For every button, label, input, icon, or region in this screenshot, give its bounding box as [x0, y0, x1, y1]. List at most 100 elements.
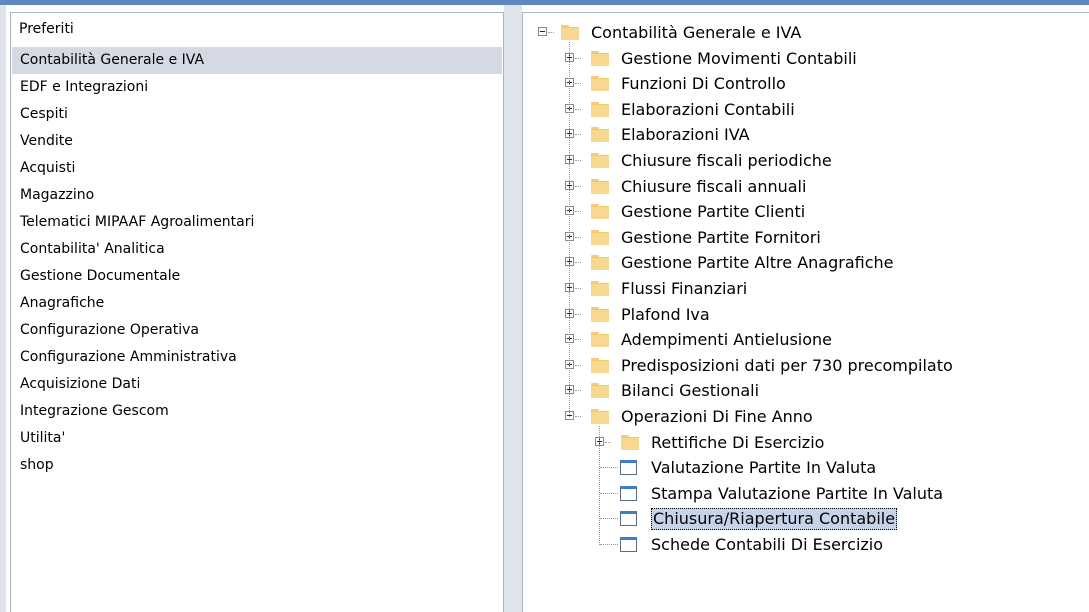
folder-icon: [591, 383, 609, 399]
tree-item[interactable]: Adempimenti Antielusione: [523, 327, 1083, 353]
folder-icon: [591, 76, 609, 92]
folder-body: [591, 103, 609, 117]
panel-splitter[interactable]: [504, 5, 522, 612]
tree-connector: [548, 32, 554, 33]
favorites-item[interactable]: Cespiti: [12, 101, 502, 128]
folder-body: [591, 231, 609, 245]
favorites-panel: Preferiti Contabilità Generale e IVA EDF …: [10, 12, 504, 612]
tree-item-label: Schede Contabili Di Esercizio: [651, 535, 884, 554]
collapse-icon[interactable]: [538, 27, 547, 36]
favorites-item[interactable]: Contabilita' Analitica: [12, 236, 502, 263]
tree-item[interactable]: Valutazione Partite In Valuta: [523, 455, 1083, 481]
tree-item[interactable]: Gestione Movimenti Contabili: [523, 46, 1083, 72]
favorites-item[interactable]: Gestione Documentale: [12, 263, 502, 290]
tree-item[interactable]: Chiusura/Riapertura Contabile: [523, 506, 1083, 532]
folder-body: [591, 411, 609, 424]
favorites-list: Contabilità Generale e IVA EDF e Integraz…: [12, 47, 502, 479]
folder-icon: [591, 332, 609, 348]
tree-connector: [575, 211, 581, 213]
favorites-item[interactable]: Telematici MIPAAF Agroalimentari: [12, 209, 502, 236]
favorites-item[interactable]: Vendite: [12, 128, 502, 155]
folder-icon: [591, 281, 609, 296]
tree-connector: [575, 83, 581, 85]
tree-item[interactable]: Elaborazioni IVA: [523, 122, 1083, 148]
form-icon: [620, 511, 637, 527]
tree-item[interactable]: Chiusure fiscali periodiche: [523, 148, 1083, 174]
tree-item[interactable]: Plafond Iva: [523, 302, 1083, 328]
tree-item[interactable]: Bilanci Gestionali: [523, 378, 1083, 404]
tree-connector: [575, 313, 581, 315]
tree-item[interactable]: Predisposizioni dati per 730 precompilat…: [523, 353, 1083, 379]
tree-item[interactable]: Elaborazioni Contabili: [523, 97, 1083, 123]
tree-item[interactable]: Flussi Finanziari: [523, 276, 1083, 302]
tree-item[interactable]: Operazioni Di Fine Anno: [523, 404, 1083, 430]
form-icon: [620, 537, 637, 552]
tree-item-label: Stampa Valutazione Partite In Valuta: [651, 483, 944, 503]
tree-root[interactable]: Contabilità Generale e IVA: [523, 20, 1083, 46]
tree-connector: [575, 288, 581, 289]
tree-connector: [575, 390, 581, 392]
tree-item-label: Gestione Partite Fornitori: [621, 227, 821, 247]
favorites-item[interactable]: shop: [12, 452, 502, 479]
tree-item[interactable]: Schede Contabili Di Esercizio: [523, 532, 1083, 558]
folder-icon: [591, 101, 609, 117]
favorites-item[interactable]: Utilita': [12, 425, 502, 452]
folder-icon: [591, 255, 609, 271]
tree-item-label: Flussi Finanziari: [621, 279, 748, 298]
form-icon: [620, 485, 637, 501]
favorites-item[interactable]: Acquisizione Dati: [12, 371, 502, 398]
folder-body: [591, 283, 609, 296]
tree-item-label: Elaborazioni IVA: [621, 125, 750, 145]
folder-body: [591, 78, 609, 92]
tree-item-label: Gestione Movimenti Contabili: [621, 48, 857, 68]
window-top-border: [0, 0, 1089, 5]
folder-body: [591, 155, 609, 168]
tree-connector: [569, 42, 570, 417]
tree-item[interactable]: Stampa Valutazione Partite In Valuta: [523, 481, 1083, 507]
tree-item[interactable]: Gestione Partite Clienti: [523, 199, 1083, 225]
tree-item-label: Predisposizioni dati per 730 precompilat…: [621, 355, 953, 375]
tree-item-label: Contabilità Generale e IVA: [591, 23, 802, 42]
folder-body: [591, 359, 609, 373]
favorites-item[interactable]: Configurazione Operativa: [12, 317, 502, 344]
tree-connector: [575, 339, 581, 341]
favorites-item[interactable]: Contabilità Generale e IVA: [12, 47, 502, 74]
tree-connector: [575, 57, 581, 59]
folder-body: [621, 436, 639, 450]
window-left-border: [0, 5, 6, 612]
tree-connector: [575, 160, 581, 161]
tree-item-label: Elaborazioni Contabili: [621, 99, 795, 119]
folder-body: [591, 385, 609, 399]
folder-icon: [591, 178, 609, 194]
tree-item[interactable]: Gestione Partite Altre Anagrafiche: [523, 250, 1083, 276]
tree-connector: [575, 185, 581, 187]
tree-item[interactable]: Funzioni Di Controllo: [523, 71, 1083, 97]
tree-item-label: Funzioni Di Controllo: [621, 74, 786, 94]
folder-icon: [591, 357, 609, 373]
favorites-item[interactable]: Configurazione Amministrativa: [12, 344, 502, 371]
tree-item[interactable]: Gestione Partite Fornitori: [523, 225, 1083, 251]
folder-icon: [591, 306, 609, 322]
tree-item-label: Valutazione Partite In Valuta: [651, 458, 877, 478]
favorites-item[interactable]: Anagrafiche: [12, 290, 502, 317]
tree-connector: [575, 134, 581, 136]
folder-icon: [591, 153, 609, 168]
tree-item[interactable]: Chiusure fiscali annuali: [523, 174, 1083, 200]
folder-icon: [591, 50, 609, 66]
folder-icon: [591, 204, 609, 220]
tree-connector: [600, 518, 618, 520]
tree-item-label: Chiusure fiscali periodiche: [621, 151, 832, 170]
tree-item[interactable]: Rettifiche Di Esercizio: [523, 430, 1083, 456]
favorites-item[interactable]: Integrazione Gescom: [12, 398, 502, 425]
tree-connector: [600, 492, 618, 494]
folder-body: [561, 27, 579, 40]
favorites-item[interactable]: Magazzino: [12, 182, 502, 209]
favorites-item[interactable]: EDF e Integrazioni: [12, 74, 502, 101]
folder-icon: [591, 127, 609, 143]
tree-item-label: Gestione Partite Altre Anagrafiche: [621, 253, 894, 273]
tree-connector: [575, 262, 581, 264]
tree-connector: [575, 236, 581, 238]
favorites-item[interactable]: Acquisti: [12, 155, 502, 182]
tree-connector: [600, 467, 618, 469]
tree-connector: [600, 544, 618, 545]
